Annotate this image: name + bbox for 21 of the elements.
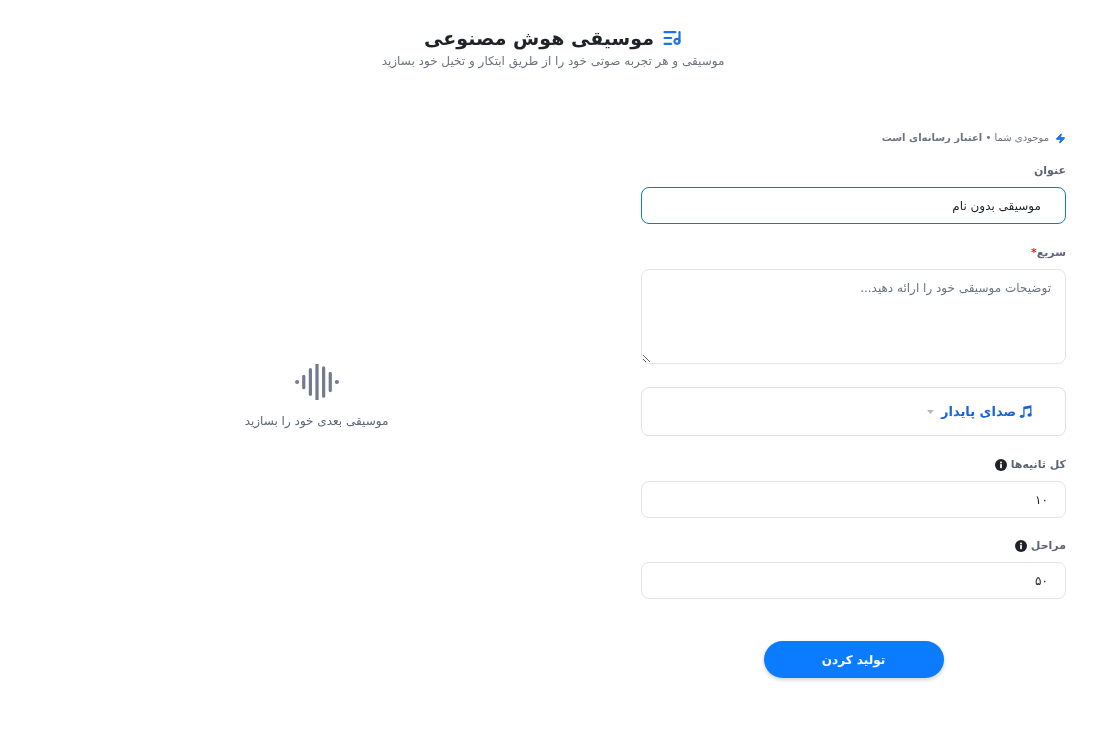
empty-state-message: موسیقی بعدی خود را بسازید [244, 412, 389, 430]
number-input[interactable]: ۱۰ [641, 481, 1066, 518]
field-label: مراحل [1030, 539, 1066, 553]
generate-button[interactable]: تولید کردن [763, 641, 944, 678]
waveform-icon [292, 363, 341, 400]
field-label: عنوان [1033, 164, 1066, 178]
title-input[interactable]: موسیقی بدون نام [641, 187, 1066, 224]
field-label: کل ثانیه‌ها [1010, 458, 1066, 472]
page-title: موسیقی هوش مصنوعی [424, 26, 654, 50]
music-note-icon [1019, 405, 1032, 418]
voice-select[interactable]: صدای پایدار [641, 387, 1066, 436]
info-icon[interactable] [1014, 540, 1027, 552]
field-label: سریع* [1030, 246, 1066, 260]
caret-icon [926, 409, 934, 414]
info-icon[interactable] [994, 459, 1007, 471]
description-field[interactable]: توضیحات موسیقی خود را ارائه دهید... [641, 269, 1066, 364]
credit-note: موجودی شما • اعتبار رسانه‌ای است [881, 131, 1049, 145]
music-list-icon [661, 28, 682, 48]
page-subtitle: موسیقی و هر تجربه صوتی خود را از طریق ابتکار و تخیل خود بسازید [381, 53, 725, 70]
number-input[interactable]: ۵۰ [641, 562, 1066, 599]
lightning-icon [1055, 132, 1066, 144]
